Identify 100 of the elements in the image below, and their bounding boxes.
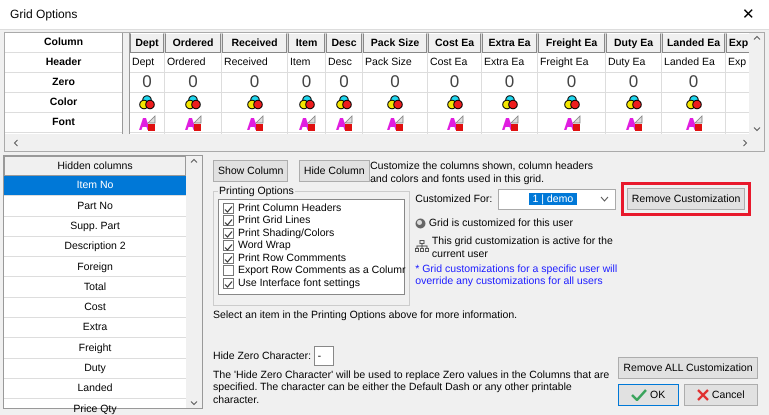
row-label: Font bbox=[5, 113, 122, 133]
row-label: Zero bbox=[5, 73, 122, 93]
table-cell[interactable]: 0 bbox=[482, 73, 537, 93]
column-heading[interactable]: Duty Ea bbox=[606, 33, 661, 53]
option-label: Export Row Comments as a Columr bbox=[238, 264, 406, 277]
status-text: Grid is customized for this user bbox=[428, 217, 574, 230]
font-icon[interactable] bbox=[500, 114, 518, 130]
color-icon[interactable] bbox=[502, 95, 518, 110]
text-field[interactable]: - bbox=[314, 346, 334, 366]
table-cell[interactable]: 0 bbox=[606, 73, 661, 93]
color-icon[interactable] bbox=[246, 95, 262, 110]
row-label: Column bbox=[5, 33, 122, 53]
table-cell[interactable]: 0 bbox=[538, 73, 605, 93]
column-heading[interactable]: Dept bbox=[130, 33, 164, 53]
hint-text: Select an item in the Printing Options above for more information. bbox=[213, 308, 518, 322]
color-icon[interactable] bbox=[387, 95, 403, 110]
color-icon[interactable] bbox=[298, 95, 314, 110]
scroll-down-icon[interactable] bbox=[190, 401, 198, 406]
cancel-button[interactable]: Cancel bbox=[684, 384, 758, 406]
column-heading[interactable]: Desc bbox=[326, 33, 362, 53]
note-text: The 'Hide Zero Character' will be used to replace Zero values in the Columns that are specified. The character can be either the Default Dash or any other printable character. bbox=[213, 368, 610, 406]
option-label: Print Shading/Colors bbox=[238, 226, 334, 240]
column-heading[interactable]: Cost Ea bbox=[428, 33, 481, 53]
show-column-button[interactable]: Show Column bbox=[213, 160, 288, 182]
font-icon[interactable] bbox=[335, 114, 353, 130]
color-icon[interactable] bbox=[446, 95, 462, 110]
font-icon[interactable] bbox=[446, 114, 464, 130]
checkbox[interactable] bbox=[223, 278, 234, 289]
color-icon[interactable] bbox=[686, 95, 702, 110]
table-cell[interactable]: Landed Ea bbox=[662, 53, 725, 73]
hide-column-button[interactable]: Hide Column bbox=[298, 160, 370, 182]
scroll-down-icon[interactable] bbox=[752, 127, 760, 132]
option-label: Print Column Headers bbox=[238, 202, 342, 214]
list-heading: Hidden columns bbox=[4, 156, 186, 176]
column-heading[interactable]: Landed Ea bbox=[662, 33, 725, 53]
color-icon[interactable] bbox=[626, 95, 642, 110]
checkbox[interactable] bbox=[223, 252, 234, 264]
status-text: This grid customization is active for the current user bbox=[432, 235, 614, 260]
close-button[interactable]: ✕ bbox=[738, 6, 759, 24]
option-label: Use Interface font settings bbox=[238, 276, 360, 290]
column-heading[interactable]: Item bbox=[288, 33, 325, 53]
font-icon[interactable] bbox=[298, 114, 316, 130]
font-icon[interactable] bbox=[184, 114, 202, 130]
font-icon[interactable] bbox=[562, 114, 580, 130]
table-cell[interactable]: 0 bbox=[222, 73, 287, 93]
table-cell[interactable]: 0 bbox=[662, 73, 725, 93]
table-cell[interactable]: Duty Ea bbox=[606, 53, 661, 73]
user-select[interactable]: 1 | demo bbox=[498, 188, 616, 210]
table-cell[interactable]: Received bbox=[222, 53, 287, 73]
table-cell[interactable]: Item bbox=[288, 53, 325, 73]
checkbox[interactable] bbox=[223, 202, 234, 214]
table-cell[interactable]: Desc bbox=[326, 53, 362, 73]
color-icon[interactable] bbox=[336, 95, 352, 110]
table-cell[interactable]: Extra Ea bbox=[482, 53, 537, 73]
table-cell[interactable]: Cost Ea bbox=[428, 53, 481, 73]
table-cell[interactable]: 0 bbox=[130, 73, 164, 93]
scroll-up-icon[interactable] bbox=[190, 158, 198, 163]
column-heading[interactable]: Extra Ea bbox=[482, 33, 537, 53]
checkbox[interactable] bbox=[223, 265, 234, 276]
color-icon[interactable] bbox=[139, 95, 155, 110]
font-icon[interactable] bbox=[684, 114, 702, 130]
checkbox[interactable] bbox=[223, 228, 234, 239]
remove-customization-button[interactable]: Remove Customization bbox=[626, 188, 746, 210]
table-cell[interactable]: 0 bbox=[428, 73, 481, 93]
table-cell[interactable]: 0 bbox=[363, 73, 427, 93]
column-heading[interactable]: Pack Size bbox=[363, 33, 427, 53]
list-item[interactable]: Item No bbox=[4, 176, 186, 196]
scroll-right-icon[interactable] bbox=[743, 138, 748, 146]
row-label: Color bbox=[5, 93, 122, 113]
window-title: Grid Options bbox=[10, 7, 78, 22]
font-icon[interactable] bbox=[624, 114, 642, 130]
option-label: Print Grid Lines bbox=[238, 214, 310, 227]
font-icon[interactable] bbox=[138, 114, 156, 130]
ok-button[interactable]: OK bbox=[618, 384, 679, 406]
checkbox[interactable] bbox=[223, 240, 234, 252]
dropdown-caret-icon[interactable] bbox=[600, 196, 609, 202]
checkbox[interactable] bbox=[223, 215, 234, 226]
font-icon[interactable] bbox=[386, 114, 404, 130]
column-heading[interactable]: Exp bbox=[726, 33, 749, 53]
table-cell[interactable]: Ordered bbox=[165, 53, 221, 73]
column-heading[interactable]: Received bbox=[222, 33, 287, 53]
note-text: * Grid customizations for a specific user will override any customizations for all users bbox=[415, 262, 618, 288]
table-cell[interactable]: Pack Size bbox=[363, 53, 427, 73]
column-heading[interactable]: Freight Ea bbox=[538, 33, 605, 53]
scroll-up-icon[interactable] bbox=[752, 35, 760, 40]
scroll-left-icon[interactable] bbox=[13, 138, 18, 146]
color-icon[interactable] bbox=[564, 95, 580, 110]
table-cell[interactable]: Dept bbox=[130, 53, 164, 73]
table-cell[interactable]: 0 bbox=[288, 73, 325, 93]
font-icon[interactable] bbox=[246, 114, 264, 130]
group-title: Printing Options bbox=[218, 185, 295, 198]
option-label: Word Wrap bbox=[238, 239, 291, 252]
check-icon bbox=[631, 389, 648, 402]
column-heading[interactable]: Ordered bbox=[165, 33, 221, 53]
table-cell[interactable]: 0 bbox=[326, 73, 362, 93]
remove-all-button[interactable]: Remove ALL Customization bbox=[618, 357, 758, 380]
color-icon[interactable] bbox=[185, 95, 201, 110]
table-cell[interactable]: Freight Ea bbox=[538, 53, 605, 73]
option-label: Print Row Commments bbox=[238, 252, 346, 264]
table-cell[interactable]: 0 bbox=[165, 73, 221, 93]
